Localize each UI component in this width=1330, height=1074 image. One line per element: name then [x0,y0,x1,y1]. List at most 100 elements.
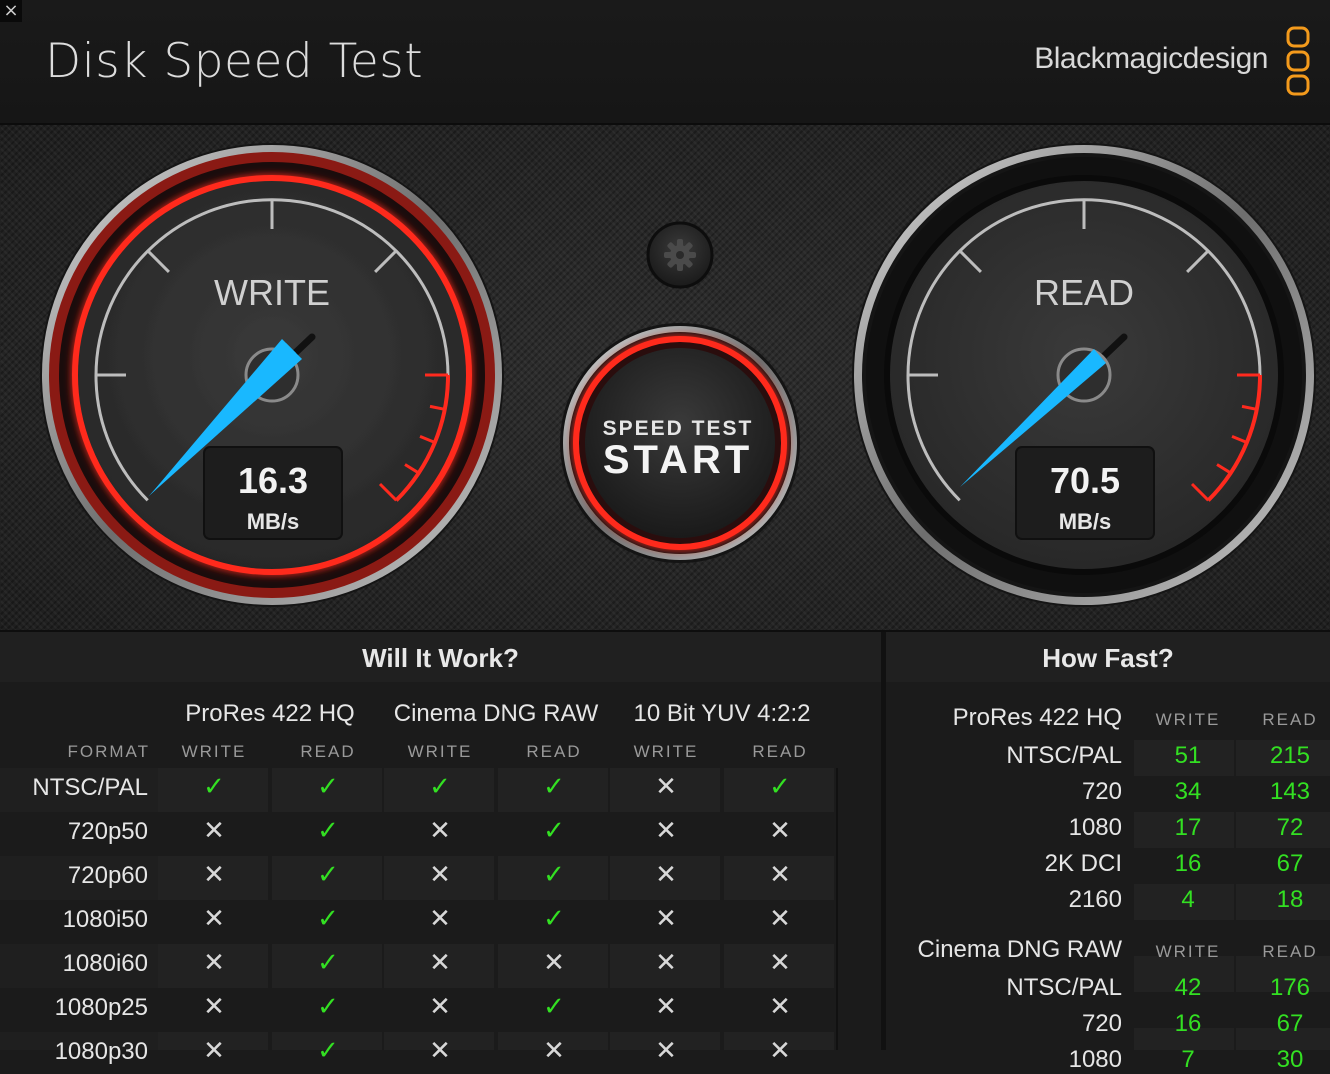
how-fast-write-value: 51 [1174,742,1202,769]
check-icon: ✓ [543,772,565,802]
how-fast-read-value: 30 [1276,1046,1304,1073]
format-label: 1080i60 [62,950,148,977]
group-write-header: WRITE [181,742,247,761]
read-gauge-label: READ [1034,272,1134,313]
check-icon: ✓ [543,816,565,846]
how-fast-row-label: 2160 [1068,886,1122,913]
start-button-line1: SPEED TEST [603,417,754,440]
how-fast-read-value: 67 [1276,1010,1304,1037]
cross-icon: ✕ [655,992,677,1022]
app-title: Disk Speed Test [45,34,424,89]
how-fast-row-label: 1080 [1068,814,1122,841]
cross-icon: ✕ [429,948,451,978]
cross-icon: ✕ [655,772,677,802]
cross-icon: ✕ [655,904,677,934]
how-fast-read-value: 215 [1269,742,1311,769]
gear-icon [664,239,696,271]
write-value: 16.3 [238,460,308,501]
how-fast-row-label: 2K DCI [1044,850,1122,877]
how-fast-group: Cinema DNG RAW [917,936,1122,963]
cross-icon: ✕ [769,992,791,1022]
read-value: 70.5 [1050,460,1120,501]
check-icon: ✓ [543,992,565,1022]
group-header-1: Cinema DNG RAW [393,700,599,727]
group-read-header: READ [300,742,356,761]
cross-icon: ✕ [769,948,791,978]
how-fast-read-value: 143 [1269,778,1311,805]
table-column-divider [836,768,838,1050]
group-write-header: WRITE [407,742,473,761]
will-it-work-title: Will It Work? [0,632,881,682]
cross-icon: ✕ [203,948,225,978]
cross-icon: ✕ [543,948,565,978]
write-unit: MB/s [247,509,300,534]
check-icon: ✓ [543,904,565,934]
format-label: 1080i50 [62,906,148,933]
group-header-2: 10 Bit YUV 4:2:2 [633,700,811,727]
how-fast-read-value: 18 [1276,886,1304,913]
start-button[interactable]: SPEED TEST START [560,323,800,563]
cross-icon: ✕ [769,904,791,934]
how-fast-write-header: WRITE [1155,710,1221,729]
cross-icon: ✕ [655,948,677,978]
how-fast-write-value: 42 [1174,974,1202,1001]
check-icon: ✓ [317,992,339,1022]
gauge-panel: WRITE 16.3 MB/s SPEED TEST START READ 70… [0,125,1330,633]
read-unit: MB/s [1059,509,1112,534]
how-fast-row-label: 720 [1081,1010,1122,1037]
how-fast-read-value: 67 [1276,850,1304,877]
how-fast-row-label: 720 [1081,778,1122,805]
cross-icon: ✕ [655,860,677,890]
check-icon: ✓ [317,772,339,802]
cross-icon: ✕ [769,860,791,890]
settings-button[interactable] [646,221,714,289]
cross-icon: ✕ [203,1036,225,1066]
format-label: NTSC/PAL [32,774,148,801]
brand-name: Blackmagicdesign [1034,42,1268,75]
how-fast-read-header: READ [1262,710,1318,729]
how-fast-row-label: NTSC/PAL [1006,742,1122,769]
cross-icon: ✕ [429,904,451,934]
cross-icon: ✕ [203,904,225,934]
cross-icon: ✕ [429,860,451,890]
cross-icon: ✕ [203,816,225,846]
close-icon[interactable]: × [0,0,22,22]
cross-icon: ✕ [429,816,451,846]
format-label: 720p50 [67,818,148,845]
cross-icon: ✕ [429,992,451,1022]
cross-icon: ✕ [203,992,225,1022]
check-icon: ✓ [543,860,565,890]
how-fast-row-label: 1080 [1068,1046,1122,1073]
cross-icon: ✕ [655,816,677,846]
cross-icon: ✕ [655,1036,677,1066]
read-gauge: READ 70.5 MB/s [852,143,1316,607]
how-fast-write-value: 16 [1174,850,1202,877]
how-fast-read-value: 72 [1276,814,1304,841]
how-fast-title: How Fast? [886,632,1330,682]
check-icon: ✓ [317,904,339,934]
format-label: 720p60 [67,862,148,889]
check-icon: ✓ [203,772,225,802]
title-bar: × Disk Speed Test Blackmagicdesign [0,0,1330,125]
format-header: FORMAT [67,742,150,761]
blackmagic-logo-icon [1286,26,1310,96]
group-write-header: WRITE [633,742,699,761]
check-icon: ✓ [317,1036,339,1066]
how-fast-write-value: 16 [1174,1010,1202,1037]
how-fast-write-value: 7 [1181,1046,1195,1073]
how-fast-write-header: WRITE [1155,942,1221,961]
write-gauge-label: WRITE [214,272,330,313]
how-fast-write-value: 4 [1181,886,1195,913]
check-icon: ✓ [317,948,339,978]
check-icon: ✓ [429,772,451,802]
format-label: 1080p30 [54,1038,148,1065]
start-button-line2: START [603,438,753,482]
check-icon: ✓ [317,816,339,846]
group-read-header: READ [752,742,808,761]
cross-icon: ✕ [769,1036,791,1066]
cross-icon: ✕ [429,1036,451,1066]
how-fast-write-value: 17 [1174,814,1202,841]
cross-icon: ✕ [769,816,791,846]
check-icon: ✓ [769,772,791,802]
how-fast-write-value: 34 [1174,778,1202,805]
